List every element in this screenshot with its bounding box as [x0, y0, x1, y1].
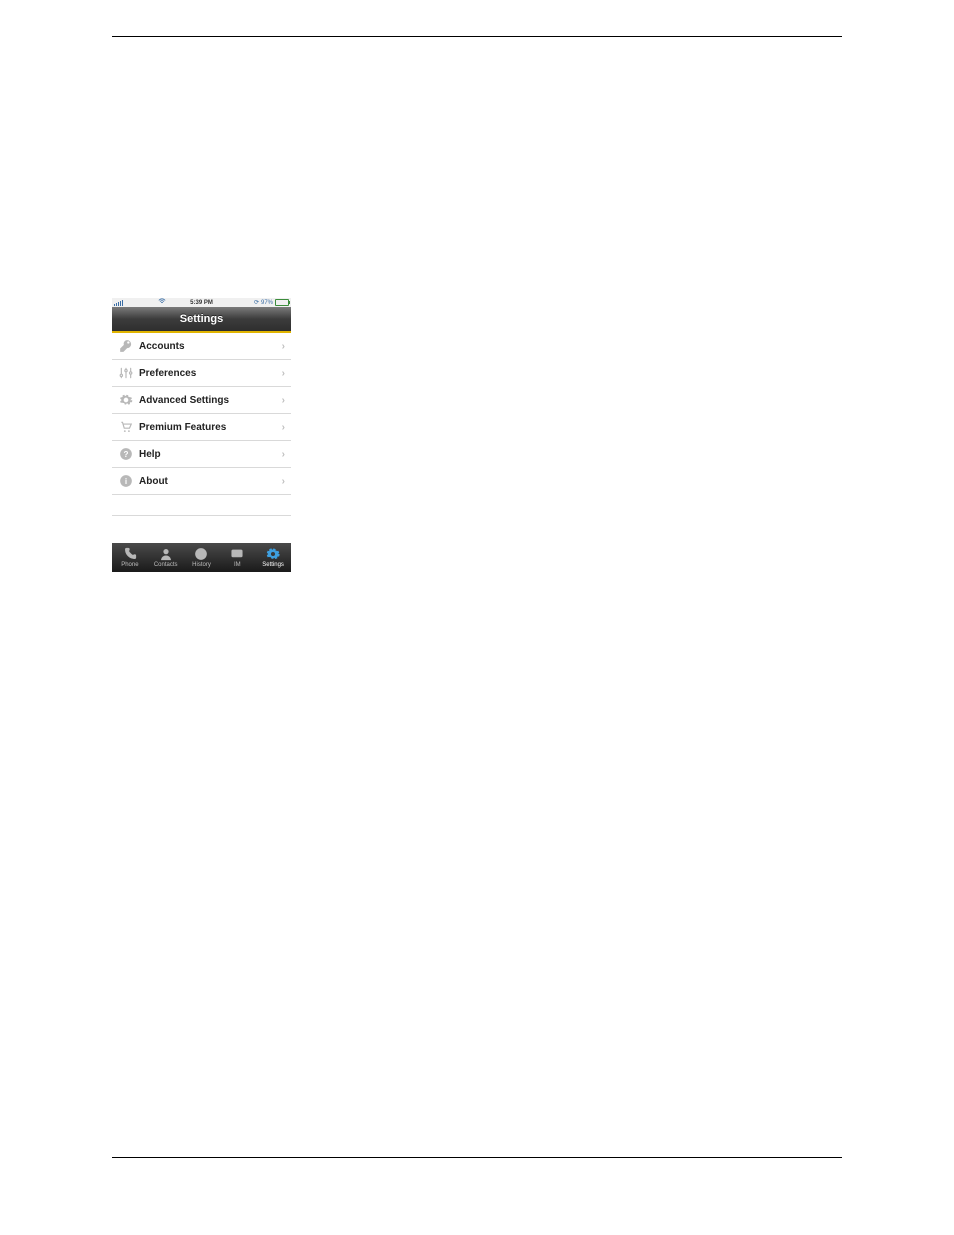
status-time: 5:39 PM: [190, 300, 213, 306]
svg-text:i: i: [125, 477, 127, 486]
chevron-right-icon: ›: [282, 395, 285, 406]
row-help[interactable]: ? Help ›: [112, 441, 291, 468]
info-icon: i: [118, 473, 134, 489]
contacts-icon: [159, 547, 173, 561]
list-divider: [112, 515, 291, 516]
battery-status: ⟳ 97%: [254, 299, 289, 306]
im-icon: [230, 547, 244, 561]
bottom-rule: [112, 1157, 842, 1158]
wifi-icon: [158, 298, 166, 308]
status-bar: 5:39 PM ⟳ 97%: [112, 298, 291, 307]
chevron-right-icon: ›: [282, 476, 285, 487]
tab-settings[interactable]: Settings: [255, 543, 291, 572]
row-label: Premium Features: [139, 422, 282, 433]
tab-history[interactable]: History: [184, 543, 220, 572]
settings-icon: [266, 547, 280, 561]
cart-icon: [118, 419, 134, 435]
row-label: About: [139, 476, 282, 487]
tab-bar: Phone Contacts History IM: [112, 543, 291, 572]
row-label: Help: [139, 449, 282, 460]
document-page: 5:39 PM ⟳ 97% Settings Accounts ›: [0, 0, 954, 1235]
battery-spinner-icon: ⟳: [254, 299, 259, 306]
navbar-title: Settings: [180, 313, 223, 325]
help-icon: ?: [118, 446, 134, 462]
chevron-right-icon: ›: [282, 368, 285, 379]
phone-icon: [123, 547, 137, 561]
signal-icon: [114, 300, 126, 306]
sliders-icon: [118, 365, 134, 381]
tab-label: History: [192, 562, 211, 568]
chevron-right-icon: ›: [282, 422, 285, 433]
svg-text:?: ?: [124, 450, 129, 459]
battery-icon: [275, 299, 289, 306]
gears-icon: [118, 392, 134, 408]
phone-screenshot: 5:39 PM ⟳ 97% Settings Accounts ›: [112, 298, 291, 572]
key-icon: [118, 338, 134, 354]
tab-label: Settings: [262, 562, 284, 568]
tab-im[interactable]: IM: [219, 543, 255, 572]
row-label: Preferences: [139, 368, 282, 379]
row-label: Accounts: [139, 341, 282, 352]
tab-label: Phone: [121, 562, 138, 568]
settings-list: Accounts › Preferences › Advanced Settin…: [112, 333, 291, 516]
row-advanced-settings[interactable]: Advanced Settings ›: [112, 387, 291, 414]
row-about[interactable]: i About ›: [112, 468, 291, 495]
row-label: Advanced Settings: [139, 395, 282, 406]
battery-percent: 97%: [261, 300, 273, 306]
tab-label: Contacts: [154, 562, 178, 568]
navbar: Settings: [112, 307, 291, 333]
chevron-right-icon: ›: [282, 449, 285, 460]
top-rule: [112, 36, 842, 37]
chevron-right-icon: ›: [282, 341, 285, 352]
history-icon: [194, 547, 208, 561]
row-accounts[interactable]: Accounts ›: [112, 333, 291, 360]
tab-contacts[interactable]: Contacts: [148, 543, 184, 572]
tab-phone[interactable]: Phone: [112, 543, 148, 572]
row-premium-features[interactable]: Premium Features ›: [112, 414, 291, 441]
tab-label: IM: [234, 562, 241, 568]
row-preferences[interactable]: Preferences ›: [112, 360, 291, 387]
